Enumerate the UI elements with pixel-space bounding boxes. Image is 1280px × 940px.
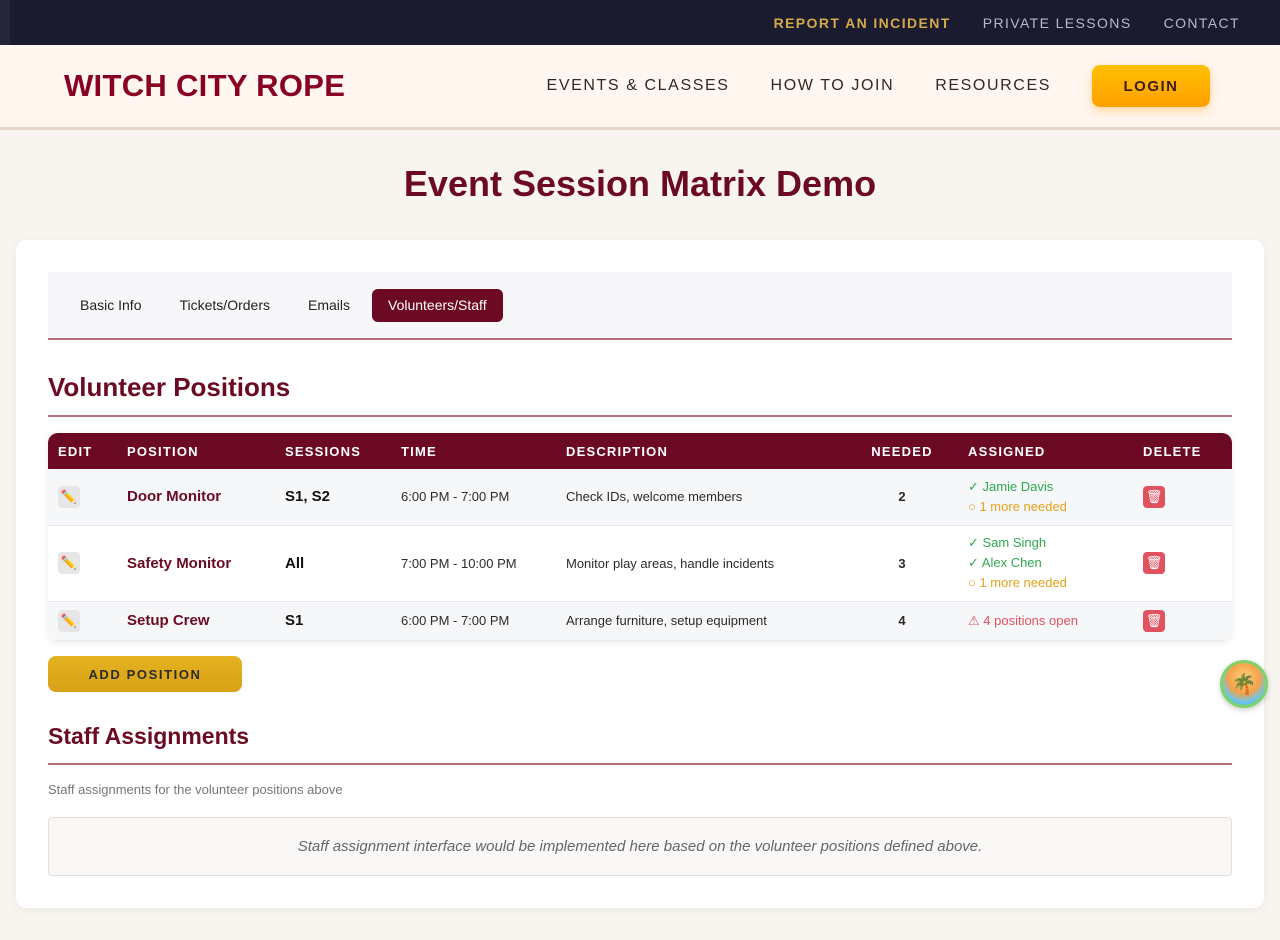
assigned-person: ✓ Jamie Davis [968,478,1054,494]
contact-link[interactable]: CONTACT [1164,15,1240,31]
position-description: Arrange furniture, setup equipment [566,613,767,628]
add-position-button[interactable]: ADD POSITION [48,656,242,692]
table-header-row: EDIT POSITION SESSIONS TIME DESCRIPTION … [48,433,1232,469]
island-icon[interactable]: 🌴 [1220,660,1268,708]
pencil-icon[interactable]: ✏️ [58,485,80,508]
table-row: ✏️ Safety Monitor All 7:00 PM - 10:00 PM… [48,525,1232,601]
trash-icon[interactable]: 🗑 [1143,485,1165,508]
private-lessons-link[interactable]: PRIVATE LESSONS [983,15,1132,31]
trash-icon[interactable]: 🗑 [1143,552,1165,574]
position-description: Monitor play areas, handle incidents [566,555,775,571]
main-nav: EVENTS & CLASSES HOW TO JOIN RESOURCES L… [547,65,1210,107]
col-assigned: ASSIGNED [968,443,1046,459]
position-sessions: S1 [285,612,304,629]
volunteer-positions-heading: Volunteer Positions [48,372,1232,417]
assignment-status: ⚠ 4 positions open [968,612,1078,628]
position-needed: 3 [898,555,906,571]
main-header: WITCH CITY ROPE EVENTS & CLASSES HOW TO … [0,45,1280,130]
staff-assignment-placeholder: Staff assignment interface would be impl… [48,817,1232,876]
position-time: 6:00 PM - 7:00 PM [401,489,510,505]
pencil-icon[interactable]: ✏️ [58,552,80,574]
pencil-icon[interactable]: ✏️ [58,609,80,632]
position-assigned: ✓ Sam Singh ✓ Alex Chen ○ 1 more needed [958,525,1133,601]
utility-bar: REPORT AN INCIDENT PRIVATE LESSONS CONTA… [0,0,1280,45]
tab-tickets-orders[interactable]: Tickets/Orders [163,289,286,322]
position-time: 7:00 PM - 10:00 PM [401,555,517,571]
col-time: TIME [401,443,437,459]
position-sessions: All [285,554,305,572]
tab-bar: Basic Info Tickets/Orders Emails Volunte… [48,272,1232,340]
position-assigned: ⚠ 4 positions open [958,601,1133,640]
position-needed: 2 [898,489,906,505]
brand-logo[interactable]: WITCH CITY ROPE [64,68,345,104]
position-time: 6:00 PM - 7:00 PM [401,613,510,628]
trash-icon[interactable]: 🗑 [1143,609,1165,632]
table-row: ✏️ Setup Crew S1 6:00 PM - 7:00 PM Arran… [48,601,1232,640]
staff-assignments-subtitle: Staff assignments for the volunteer posi… [48,782,343,797]
tab-emails[interactable]: Emails [292,289,366,322]
position-description: Check IDs, welcome members [566,489,743,505]
volunteer-table: EDIT POSITION SESSIONS TIME DESCRIPTION … [48,433,1232,641]
assigned-person: ✓ Sam Singh [968,535,1047,550]
position-name: Setup Crew [127,612,210,629]
staff-assignments-heading: Staff Assignments [48,723,1232,765]
col-position: POSITION [127,443,199,459]
assignment-status: ○ 1 more needed [968,575,1067,590]
assigned-person: ✓ Alex Chen [968,555,1042,570]
position-sessions: S1, S2 [285,488,331,506]
event-editor-card: Basic Info Tickets/Orders Emails Volunte… [16,240,1264,908]
nav-resources[interactable]: RESOURCES [935,77,1051,95]
col-sessions: SESSIONS [285,443,362,459]
col-description: DESCRIPTION [566,443,669,459]
nav-how-to-join[interactable]: HOW TO JOIN [771,77,895,95]
position-name: Door Monitor [127,488,222,506]
page-title: Event Session Matrix Demo [403,163,877,204]
position-needed: 4 [898,613,906,628]
login-button[interactable]: LOGIN [1092,65,1210,107]
tab-basic-info[interactable]: Basic Info [64,289,157,322]
col-delete: DELETE [1143,443,1202,459]
position-name: Safety Monitor [127,554,232,572]
report-incident-link[interactable]: REPORT AN INCIDENT [774,15,951,31]
assignment-status: ○ 1 more needed [968,498,1067,514]
col-edit: EDIT [58,443,93,459]
col-needed: NEEDED [871,443,933,459]
table-row: ✏️ Door Monitor S1, S2 6:00 PM - 7:00 PM… [48,469,1232,525]
tab-volunteers-staff[interactable]: Volunteers/Staff [372,288,503,322]
nav-events-classes[interactable]: EVENTS & CLASSES [547,77,730,95]
position-assigned: ✓ Jamie Davis ○ 1 more needed [958,469,1133,525]
